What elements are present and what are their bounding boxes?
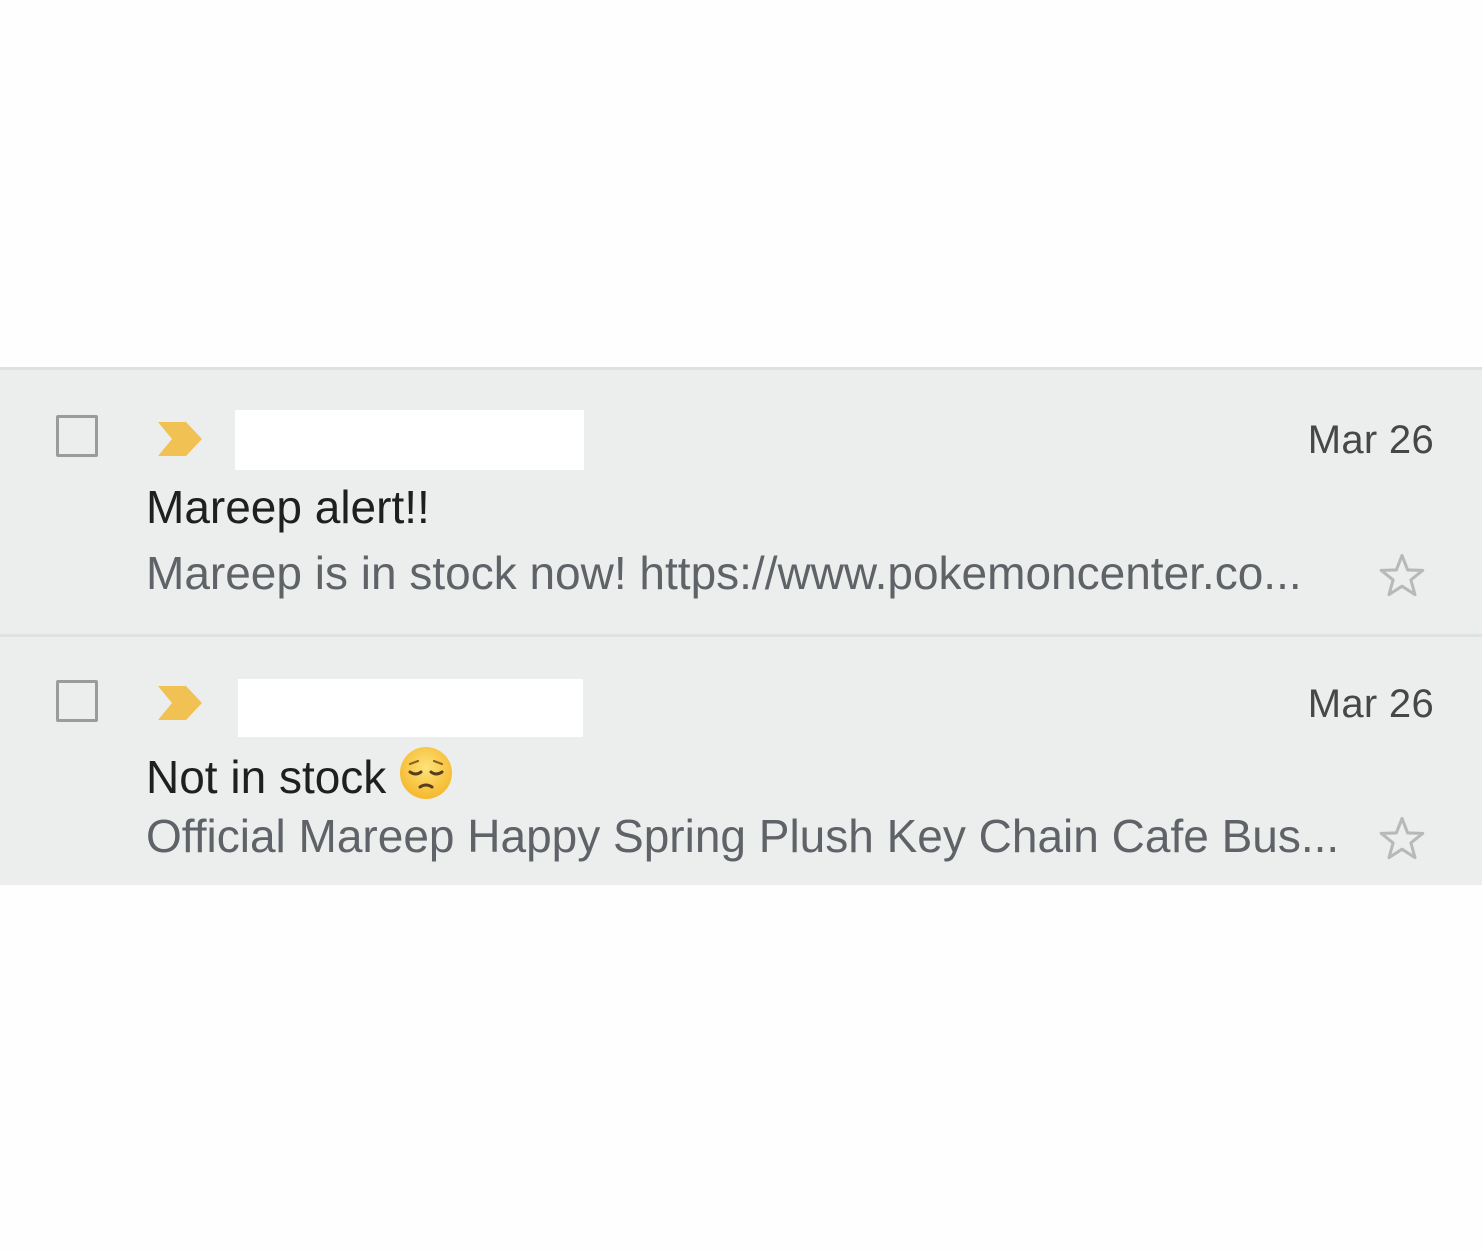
email-snippet: Mareep is in stock now! https://www.poke…	[146, 547, 1302, 599]
star-icon[interactable]	[1376, 550, 1428, 602]
email-subject: Not in stock	[146, 745, 454, 804]
importance-marker-icon[interactable]	[158, 422, 202, 456]
email-date: Mar 26	[1307, 418, 1434, 462]
email-list: Mar 26 Mareep alert!! Mareep is in stock…	[0, 367, 1482, 885]
star-icon[interactable]	[1376, 813, 1428, 865]
email-snippet: Official Mareep Happy Spring Plush Key C…	[146, 810, 1340, 862]
email-date: Mar 26	[1307, 682, 1434, 726]
sender-redacted	[235, 410, 584, 470]
sender-redacted	[238, 679, 583, 737]
importance-marker-icon[interactable]	[158, 686, 202, 720]
select-checkbox[interactable]	[56, 415, 98, 457]
email-subject-text: Not in stock	[146, 751, 387, 803]
email-row[interactable]: Mar 26 Not in stock Official Mareep Happ…	[0, 634, 1482, 885]
select-checkbox[interactable]	[56, 680, 98, 722]
email-row[interactable]: Mar 26 Mareep alert!! Mareep is in stock…	[0, 370, 1482, 634]
email-subject-text: Mareep alert!!	[146, 481, 430, 533]
pensive-face-emoji-icon	[400, 747, 453, 799]
email-subject: Mareep alert!!	[146, 480, 430, 534]
